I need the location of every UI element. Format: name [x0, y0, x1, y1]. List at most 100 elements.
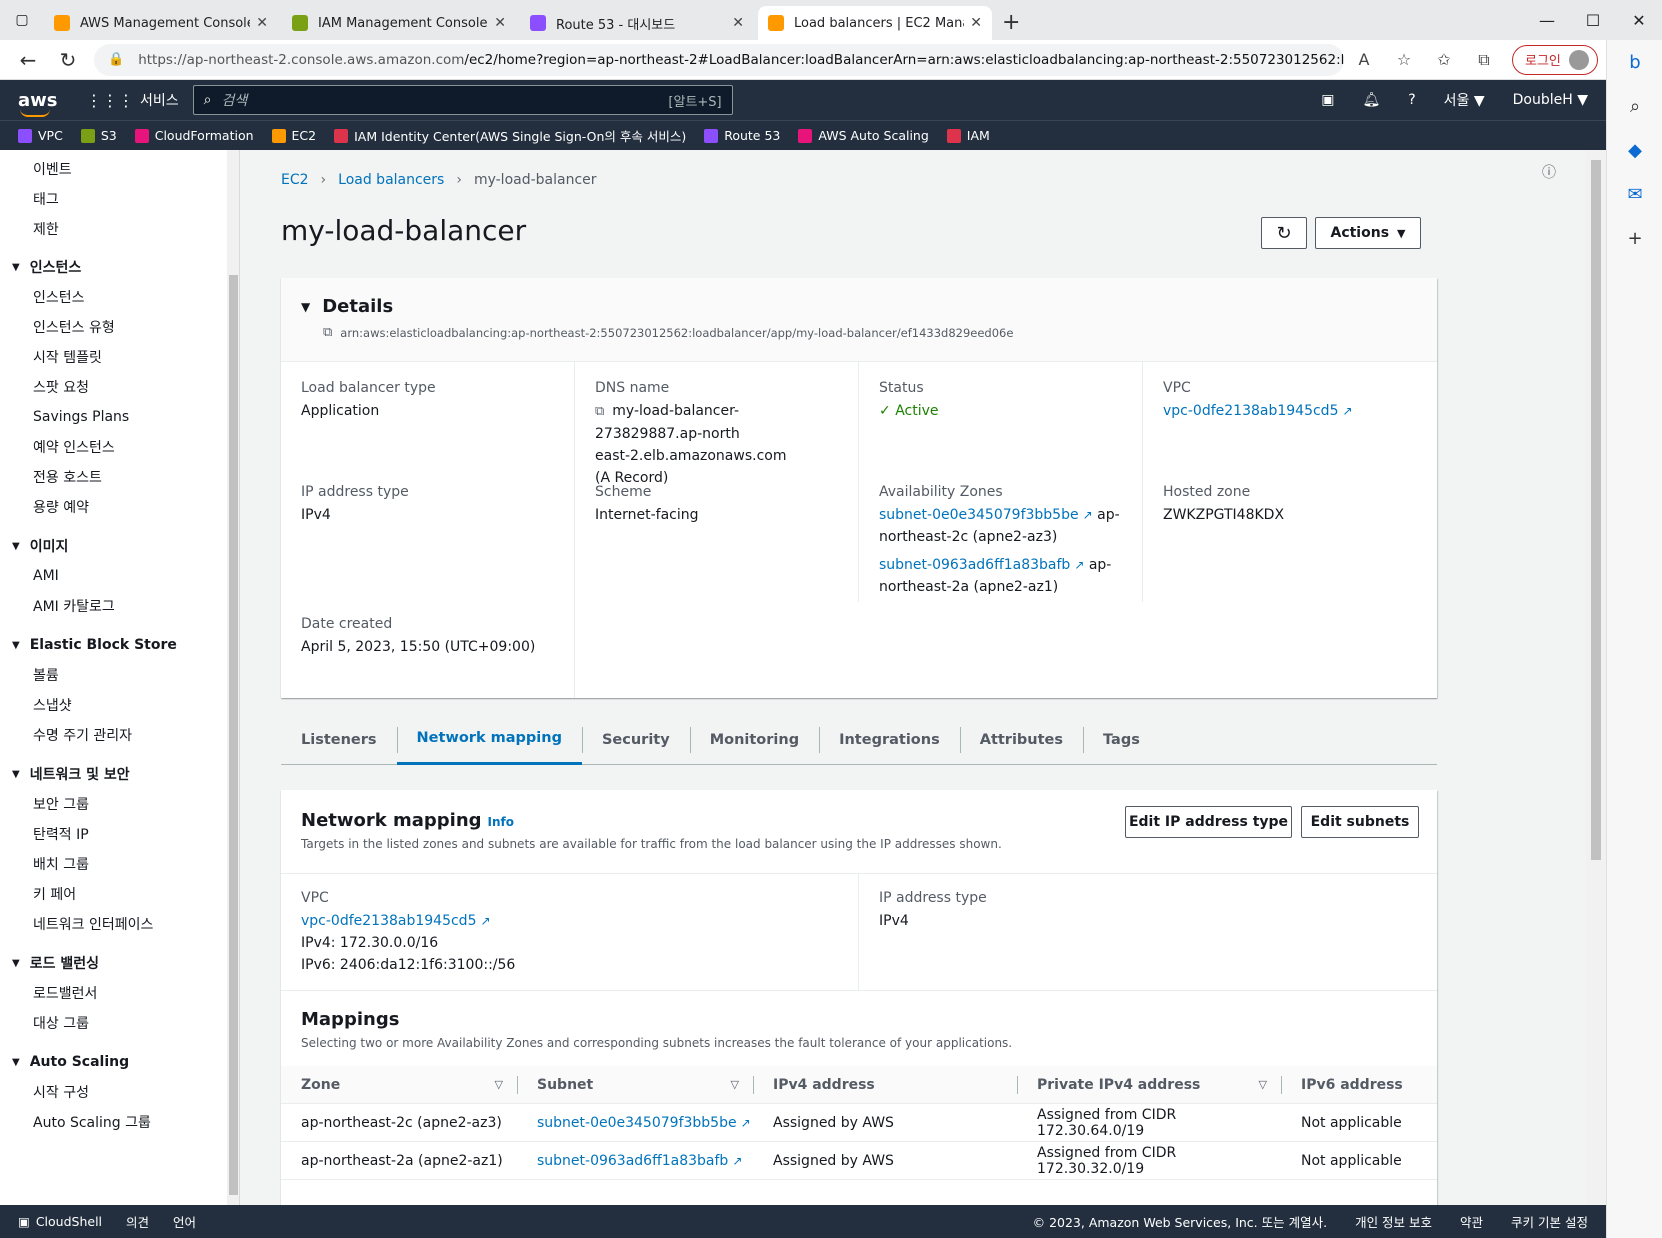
feedback-link[interactable]: 의견: [126, 1212, 149, 1231]
nav-section-ebs[interactable]: ▼ Elastic Block Store: [0, 630, 239, 660]
close-window-icon[interactable]: ✕: [1616, 0, 1662, 40]
url-field[interactable]: 🔒 https://ap-northeast-2.console.aws.ama…: [94, 43, 1344, 76]
favorite-vpc[interactable]: VPC: [18, 128, 63, 143]
search-icon[interactable]: ⌕: [1607, 84, 1662, 128]
new-tab-icon[interactable]: +: [1002, 10, 1020, 35]
refresh-button[interactable]: ↻: [1261, 217, 1307, 249]
nav-item[interactable]: Savings Plans: [0, 402, 239, 432]
actions-button[interactable]: Actions ▼: [1315, 217, 1421, 249]
subnet-link[interactable]: subnet-0e0e345079f3bb5be: [879, 507, 1079, 523]
reload-icon[interactable]: ↻: [48, 48, 88, 72]
nav-item[interactable]: 배치 그룹: [0, 849, 239, 879]
edit-subnets-button[interactable]: Edit subnets: [1301, 806, 1419, 838]
nav-item[interactable]: 네트워크 인터페이스: [0, 909, 239, 939]
close-tab-icon[interactable]: ✕: [494, 15, 506, 31]
bing-icon[interactable]: b: [1607, 40, 1662, 84]
vpc-link[interactable]: vpc-0dfe2138ab1945cd5: [301, 913, 476, 929]
browser-tab[interactable]: IAM Management Console ✕: [282, 6, 516, 40]
nav-item[interactable]: 보안 그룹: [0, 789, 239, 819]
nav-section-network-security[interactable]: ▼ 네트워크 및 보안: [0, 759, 239, 789]
nav-section-images[interactable]: ▼ 이미지: [0, 531, 239, 561]
tab-listeners[interactable]: Listeners: [281, 715, 397, 765]
account-menu[interactable]: DoubleH ▼: [1513, 92, 1588, 108]
nav-item[interactable]: 키 페어: [0, 879, 239, 909]
region-selector[interactable]: 서울 ▼: [1444, 90, 1485, 110]
column-header-subnet[interactable]: Subnet ▽: [517, 1066, 753, 1104]
subnet-link[interactable]: subnet-0963ad6ff1a83bafb: [879, 557, 1070, 573]
add-favorite-icon[interactable]: ☆: [1384, 50, 1424, 69]
cloudshell-button[interactable]: ▣ CloudShell: [18, 1214, 102, 1229]
info-panel-icon[interactable]: ⓘ: [1542, 162, 1556, 182]
nav-item-limits[interactable]: 제한: [0, 214, 239, 244]
favorite-iam[interactable]: IAM: [946, 128, 990, 143]
nav-item[interactable]: 시작 템플릿: [0, 342, 239, 372]
tab-attributes[interactable]: Attributes: [959, 715, 1083, 765]
nav-item[interactable]: AMI: [0, 561, 239, 591]
browser-tab[interactable]: AWS Management Console ✕: [44, 6, 278, 40]
nav-item[interactable]: Auto Scaling 그룹: [0, 1107, 239, 1137]
tab-integrations[interactable]: Integrations: [819, 715, 960, 765]
edit-ip-address-type-button[interactable]: Edit IP address type: [1125, 806, 1292, 838]
breadcrumb-ec2[interactable]: EC2: [281, 172, 309, 188]
nav-item[interactable]: AMI 카탈로그: [0, 591, 239, 621]
scrollbar-thumb[interactable]: [1591, 160, 1601, 860]
sidebar-scrollbar[interactable]: [227, 150, 239, 1205]
nav-item[interactable]: 수명 주기 관리자: [0, 720, 239, 750]
favorite-auto-scaling[interactable]: AWS Auto Scaling: [798, 128, 929, 143]
copy-icon[interactable]: ⧉: [595, 404, 604, 419]
breadcrumb-load-balancers[interactable]: Load balancers: [338, 172, 444, 188]
nav-item[interactable]: 볼륨: [0, 660, 239, 690]
tab-network-mapping[interactable]: Network mapping: [396, 715, 582, 765]
search-input[interactable]: ⌕ 검색 [알트+S]: [192, 85, 733, 115]
language-link[interactable]: 언어: [173, 1212, 196, 1231]
copy-icon[interactable]: ⧉: [323, 325, 332, 340]
subnet-link[interactable]: subnet-0e0e345079f3bb5be: [537, 1115, 737, 1131]
details-toggle[interactable]: ▼ Details: [301, 296, 1417, 317]
nav-item[interactable]: 탄력적 IP: [0, 819, 239, 849]
nav-item[interactable]: 인스턴스: [0, 282, 239, 312]
tab-actions-icon[interactable]: ▢: [0, 0, 44, 40]
tab-tags[interactable]: Tags: [1083, 715, 1160, 765]
subnet-link[interactable]: subnet-0963ad6ff1a83bafb: [537, 1153, 728, 1169]
nav-section-load-balancing[interactable]: ▼ 로드 밸런싱: [0, 948, 239, 978]
favorite-route53[interactable]: Route 53: [704, 128, 780, 143]
nav-section-auto-scaling[interactable]: ▼ Auto Scaling: [0, 1047, 239, 1077]
login-button[interactable]: 로그인: [1512, 44, 1598, 75]
tab-monitoring[interactable]: Monitoring: [689, 715, 819, 765]
nav-item[interactable]: 스냅샷: [0, 690, 239, 720]
vpc-link[interactable]: vpc-0dfe2138ab1945cd5: [1163, 403, 1338, 419]
terms-link[interactable]: 약관: [1460, 1212, 1483, 1231]
favorites-icon[interactable]: ✩: [1424, 50, 1464, 69]
minimize-icon[interactable]: —: [1524, 0, 1570, 40]
main-scrollbar[interactable]: [1586, 150, 1606, 1205]
back-icon[interactable]: ←: [8, 48, 48, 72]
maximize-icon[interactable]: ☐: [1570, 0, 1616, 40]
tab-security[interactable]: Security: [581, 715, 690, 765]
cookie-preferences-link[interactable]: 쿠키 기본 설정: [1511, 1212, 1588, 1231]
column-header-private-ipv4[interactable]: Private IPv4 address ▽: [1017, 1066, 1281, 1104]
collections-icon[interactable]: ⧉: [1464, 50, 1504, 70]
nav-item[interactable]: 예약 인스턴스: [0, 432, 239, 462]
nav-item[interactable]: 시작 구성: [0, 1077, 239, 1107]
close-tab-icon[interactable]: ✕: [970, 15, 982, 31]
nav-item[interactable]: 용량 예약: [0, 492, 239, 522]
nav-item[interactable]: 전용 호스트: [0, 462, 239, 492]
tools-icon[interactable]: ◆: [1607, 128, 1662, 172]
outlook-icon[interactable]: ✉: [1607, 172, 1662, 216]
favorite-ec2[interactable]: EC2: [271, 128, 316, 143]
read-aloud-icon[interactable]: A: [1344, 50, 1384, 69]
scrollbar-thumb[interactable]: [229, 275, 238, 1195]
aws-logo[interactable]: aws: [18, 90, 72, 117]
browser-tab-active[interactable]: Load balancers | EC2 Management ✕: [758, 6, 992, 40]
nav-item[interactable]: 대상 그룹: [0, 1008, 239, 1038]
close-tab-icon[interactable]: ✕: [256, 15, 268, 31]
nav-item[interactable]: 로드밸런서: [0, 978, 239, 1008]
nav-item[interactable]: 스팟 요청: [0, 372, 239, 402]
nav-item[interactable]: 인스턴스 유형: [0, 312, 239, 342]
favorite-iam-identity-center[interactable]: IAM Identity Center(AWS Single Sign-On의 …: [334, 126, 686, 145]
cloudshell-icon[interactable]: ▣: [1321, 92, 1334, 108]
services-menu-button[interactable]: ⋮⋮⋮ 서비스: [86, 90, 179, 110]
column-header-zone[interactable]: Zone ▽: [281, 1066, 517, 1104]
nav-item-events[interactable]: 이벤트: [0, 154, 239, 184]
browser-tab[interactable]: Route 53 - 대시보드 ✕: [520, 6, 754, 40]
